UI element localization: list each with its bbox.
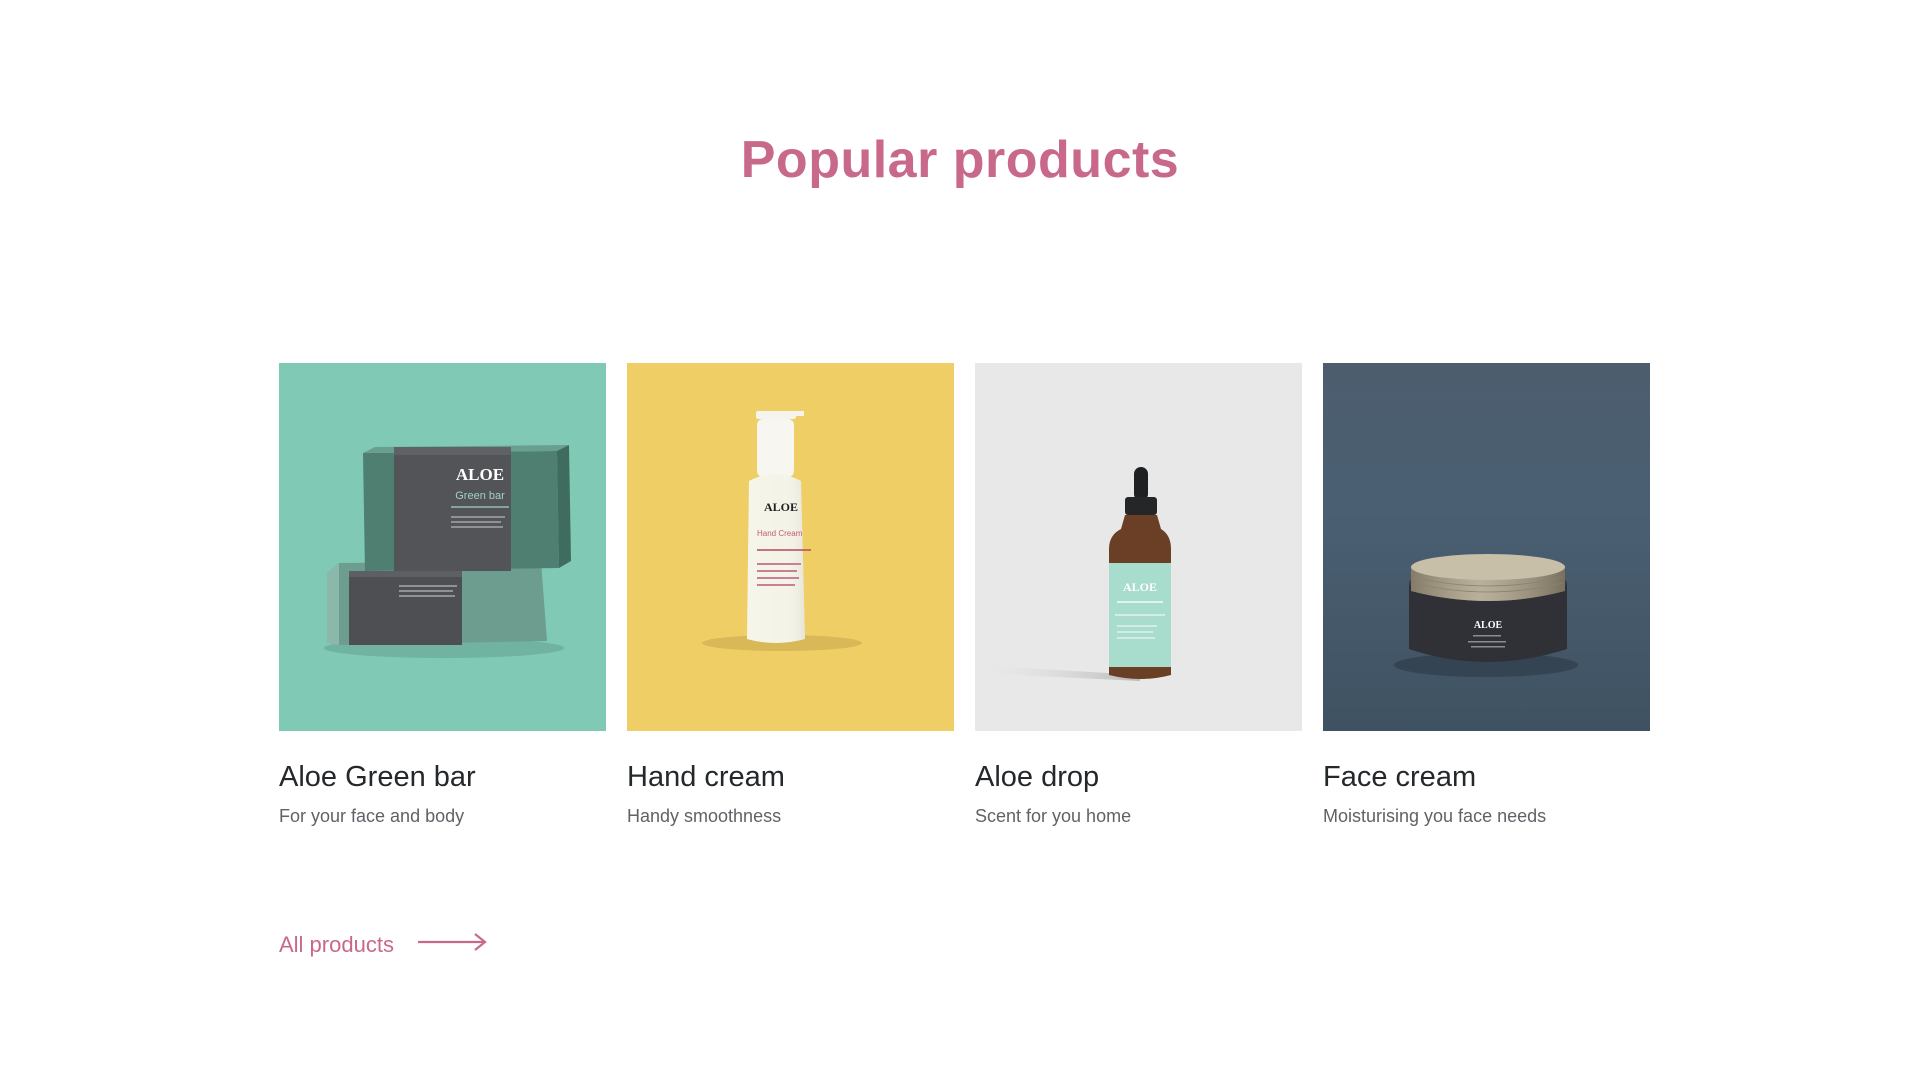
product-image-jar[interactable]: ALOE — [1323, 363, 1650, 731]
product-name[interactable]: Aloe Green bar — [279, 760, 606, 794]
product-card-hand-cream[interactable]: ALOE Hand Cream Hand cream Handy smoothn… — [627, 363, 954, 828]
product-name[interactable]: Face cream — [1323, 760, 1650, 794]
product-image-hand-cream[interactable]: ALOE Hand Cream — [627, 363, 954, 731]
arrow-right-icon — [417, 932, 488, 958]
product-card-face-cream[interactable]: ALOE Face cream Moisturising you face ne… — [1323, 363, 1650, 828]
product-card-aloe-drop[interactable]: ALOE Aloe drop Scent for you home — [975, 363, 1302, 828]
svg-text:ALOE: ALOE — [1474, 620, 1503, 631]
soap-brand-text: ALOE Green bar — [455, 465, 505, 502]
product-description: For your face and body — [279, 806, 465, 826]
product-description: Handy smoothness — [627, 806, 782, 826]
product-image-soap[interactable]: ALOE Green bar — [279, 363, 606, 731]
product-description: Scent for you home — [975, 806, 1132, 826]
svg-text:ALOE: ALOE — [1123, 580, 1157, 594]
jar-brand-text: ALOE — [1474, 620, 1503, 631]
product-card-aloe-green-bar[interactable]: ALOE Green bar Aloe Green bar For your f… — [279, 363, 606, 828]
all-products-link[interactable]: All products — [279, 932, 488, 958]
svg-text:ALOE: ALOE — [456, 465, 504, 484]
section-title: Popular products — [740, 131, 1180, 189]
product-name[interactable]: Hand cream — [627, 760, 954, 794]
svg-text:ALOE: ALOE — [764, 500, 798, 514]
svg-text:Hand Cream: Hand Cream — [757, 529, 803, 538]
product-image-dropper[interactable]: ALOE — [975, 363, 1302, 731]
drop-brand-text: ALOE — [1123, 580, 1157, 594]
product-grid: ALOE Green bar Aloe Green bar For your f… — [279, 363, 1650, 828]
svg-text:Green bar: Green bar — [455, 490, 505, 502]
all-products-label: All products — [279, 932, 394, 957]
product-description: Moisturising you face needs — [1323, 806, 1547, 826]
product-name[interactable]: Aloe drop — [975, 760, 1302, 794]
